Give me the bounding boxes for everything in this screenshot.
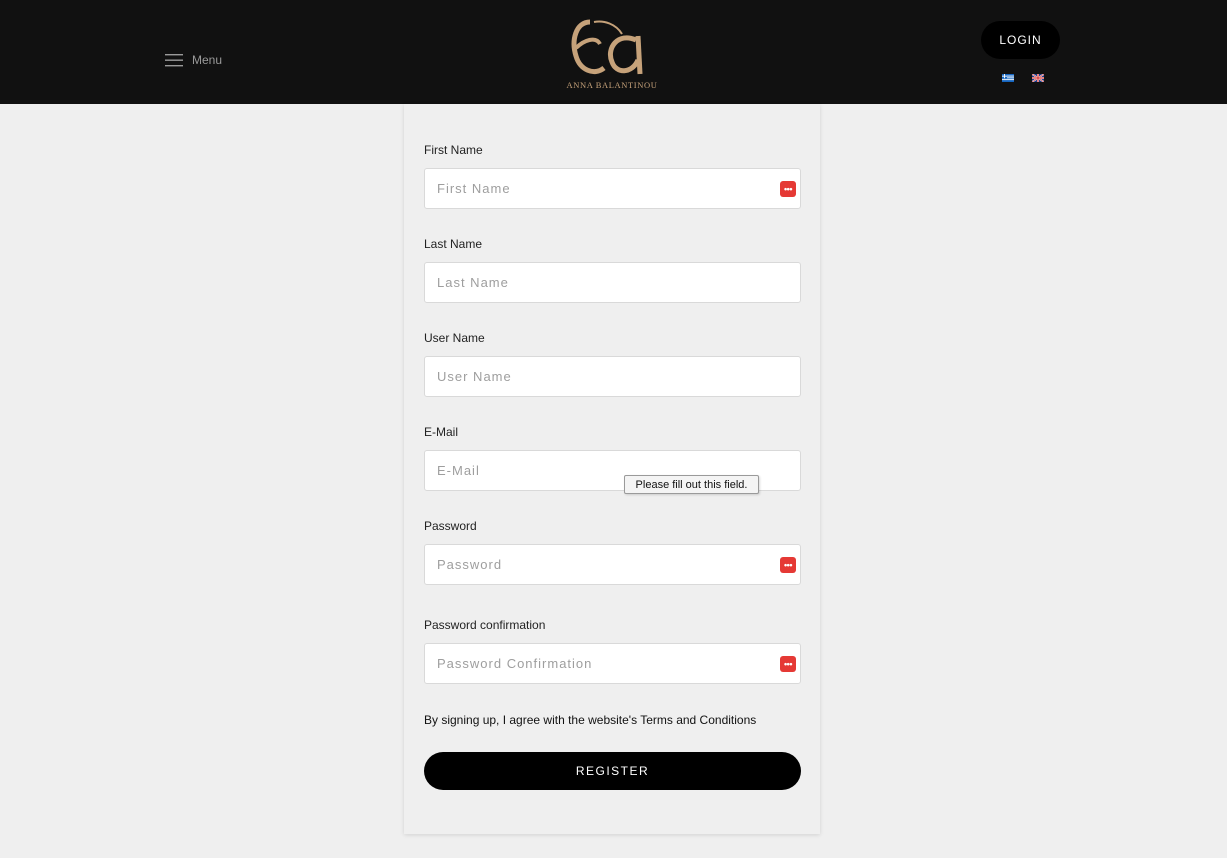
uk-flag-icon[interactable] <box>1032 74 1044 82</box>
password-field-wrapper: ••• <box>424 544 801 585</box>
last-name-label: Last Name <box>424 237 483 251</box>
password-confirmation-input[interactable] <box>425 644 800 683</box>
hamburger-icon <box>165 53 183 66</box>
password-label: Password <box>424 519 477 533</box>
logo-tagline: ANNA BALANTINOU <box>566 80 658 90</box>
first-name-input[interactable] <box>425 169 800 208</box>
last-name-field-wrapper <box>424 262 801 303</box>
password-confirmation-label: Password confirmation <box>424 618 546 632</box>
password-manager-icon[interactable]: ••• <box>780 181 796 197</box>
user-name-field-wrapper <box>424 356 801 397</box>
user-name-label: User Name <box>424 331 485 345</box>
last-name-input[interactable] <box>425 263 800 302</box>
validation-tooltip: Please fill out this field. <box>624 475 759 494</box>
brand-logo[interactable]: ANNA BALANTINOU <box>566 18 658 90</box>
login-button[interactable]: LOGIN <box>981 21 1060 59</box>
password-manager-icon[interactable]: ••• <box>780 557 796 573</box>
terms-text[interactable]: By signing up, I agree with the website'… <box>424 713 756 727</box>
user-name-input[interactable] <box>425 357 800 396</box>
email-label: E-Mail <box>424 425 459 439</box>
password-confirmation-field-wrapper: ••• <box>424 643 801 684</box>
logo-monogram <box>571 19 643 75</box>
register-button[interactable]: REGISTER <box>424 752 801 790</box>
first-name-label: First Name <box>424 143 483 157</box>
password-manager-icon[interactable]: ••• <box>780 656 796 672</box>
top-navigation-bar: Menu ANNA BALANTINOU LOGIN <box>0 0 1227 104</box>
menu-label: Menu <box>192 53 223 67</box>
menu-button[interactable]: Menu <box>165 50 222 70</box>
password-input[interactable] <box>425 545 800 584</box>
first-name-field-wrapper: ••• <box>424 168 801 209</box>
greek-flag-icon[interactable] <box>1002 74 1014 82</box>
